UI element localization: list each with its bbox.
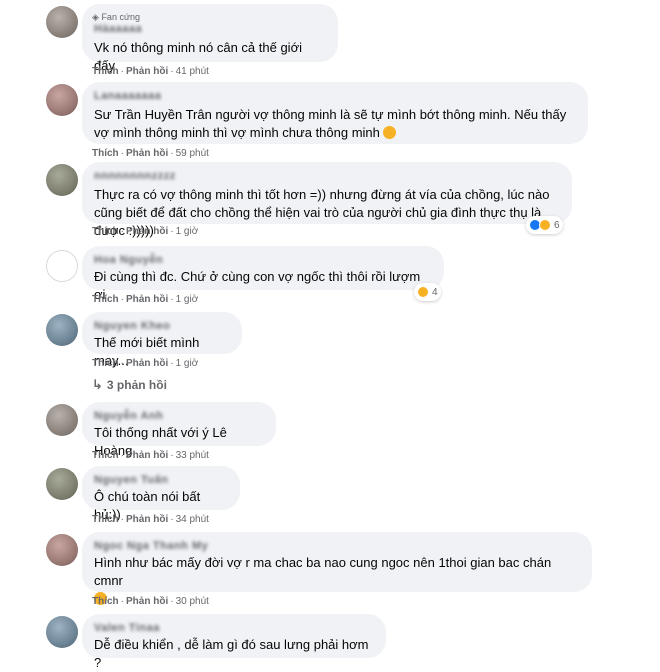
reply-arrow-icon: ↳ — [92, 377, 103, 392]
reply-link[interactable]: Phản hồi — [126, 358, 168, 369]
comment-bubble: ◈ Fan cứng Hàaaaaa Vk nó thông minh nó c… — [82, 4, 338, 73]
timestamp[interactable]: 30 phút — [176, 596, 209, 607]
timestamp[interactable]: 33 phút — [176, 450, 209, 461]
reply-link[interactable]: Phản hồi — [126, 148, 168, 159]
reply-link[interactable]: Phản hồi — [126, 294, 168, 305]
comment-text: Dễ điều khiển , dễ làm gì đó sau lưng ph… — [94, 637, 369, 670]
comment-text: Sư Trần Huyền Trân người vợ thông minh l… — [94, 107, 567, 140]
commenter-name[interactable]: Valen Tinaa — [94, 622, 374, 635]
comment-bubble: Nguyen Kheo Thế mới biết mình may... — [82, 312, 242, 368]
reaction-summary[interactable]: 6 — [526, 216, 563, 234]
diamond-icon: ◈ — [92, 12, 99, 22]
comment-actions: Thích · Phản hồi · 1 giờ — [92, 294, 199, 305]
timestamp[interactable]: 1 giờ — [176, 226, 199, 237]
avatar[interactable] — [46, 616, 78, 648]
commenter-name[interactable]: nnnnnnnnzzzz — [94, 170, 560, 183]
haha-reaction-icon — [417, 286, 429, 298]
commenter-name[interactable]: Hàaaaaa — [94, 23, 326, 36]
comment-bubble: Nguyen Tuấn Ô chú toàn nói bất hủ:)) — [82, 466, 240, 522]
reply-link[interactable]: Phản hồi — [126, 596, 168, 607]
like-link[interactable]: Thích — [92, 66, 119, 77]
comment-bubble: Hoa Nguyễn Đi cùng thì đc. Chứ ở cùng co… — [82, 246, 444, 302]
avatar[interactable] — [46, 314, 78, 346]
avatar[interactable] — [46, 250, 78, 282]
comment-actions: Thích · Phản hồi · 1 giờ — [92, 226, 199, 237]
comment-bubble: Lanaaaaaaa Sư Trần Huyền Trân người vợ t… — [82, 82, 588, 144]
avatar[interactable] — [46, 84, 78, 116]
commenter-name[interactable]: Hoa Nguyễn — [94, 254, 432, 267]
like-link[interactable]: Thích — [92, 294, 119, 305]
comment-actions: Thích · Phản hồi · 59 phút — [92, 148, 209, 159]
comment-actions: Thích · Phản hồi · 1 giờ — [92, 358, 199, 369]
timestamp[interactable]: 34 phút — [176, 514, 209, 525]
reaction-summary[interactable]: 4 — [414, 283, 441, 301]
commenter-name[interactable]: Nguyen Tuấn — [94, 474, 228, 487]
commenter-name[interactable]: Ngoc Nga Thanh My — [94, 540, 580, 553]
reply-link[interactable]: Phản hồi — [126, 514, 168, 525]
avatar[interactable] — [46, 164, 78, 196]
smile-emoji-icon — [382, 126, 396, 139]
reaction-count: 4 — [432, 286, 438, 298]
reply-link[interactable]: Phản hồi — [126, 66, 168, 77]
commenter-name[interactable]: Lanaaaaaaa — [94, 90, 576, 103]
comment-bubble: nnnnnnnnzzzz Thực ra có vợ thông minh th… — [82, 162, 572, 238]
avatar[interactable] — [46, 404, 78, 436]
like-link[interactable]: Thích — [92, 596, 119, 607]
comment-actions: Thích · Phản hồi · 41 phút — [92, 66, 209, 77]
like-link[interactable]: Thích — [92, 226, 119, 237]
commenter-name[interactable]: Nguyen Kheo — [94, 320, 230, 333]
view-replies-link[interactable]: ↳ 3 phản hồi — [92, 377, 167, 393]
like-link[interactable]: Thích — [92, 450, 119, 461]
timestamp[interactable]: 41 phút — [176, 66, 209, 77]
timestamp[interactable]: 59 phút — [176, 148, 209, 159]
comment-actions: Thích · Phản hồi · 34 phút — [92, 514, 209, 525]
reply-link[interactable]: Phản hồi — [126, 450, 168, 461]
comment-bubble: Nguyễn Anh Tôi thống nhất với ý Lê Hoàng — [82, 402, 276, 458]
comment-text: Hình như bác mấy đời vợ r ma chac ba nao… — [94, 555, 552, 588]
like-link[interactable]: Thích — [92, 148, 119, 159]
commenter-name[interactable]: Nguyễn Anh — [94, 410, 264, 423]
timestamp[interactable]: 1 giờ — [176, 358, 199, 369]
reply-link[interactable]: Phản hồi — [126, 226, 168, 237]
haha-reaction-icon — [539, 219, 551, 231]
avatar[interactable] — [46, 534, 78, 566]
avatar[interactable] — [46, 468, 78, 500]
reaction-count: 6 — [554, 219, 560, 231]
fan-badge: ◈ Fan cứng — [92, 12, 140, 22]
like-link[interactable]: Thích — [92, 358, 119, 369]
like-link[interactable]: Thích — [92, 514, 119, 525]
comment-bubble: Ngoc Nga Thanh My Hình như bác mấy đời v… — [82, 532, 592, 605]
comment-actions: Thích · Phản hồi · 30 phút — [92, 596, 209, 607]
comment-bubble: Valen Tinaa Dễ điều khiển , dễ làm gì đó… — [82, 614, 386, 670]
avatar[interactable] — [46, 6, 78, 38]
comment-actions: Thích · Phản hồi · 33 phút — [92, 450, 209, 461]
timestamp[interactable]: 1 giờ — [176, 294, 199, 305]
